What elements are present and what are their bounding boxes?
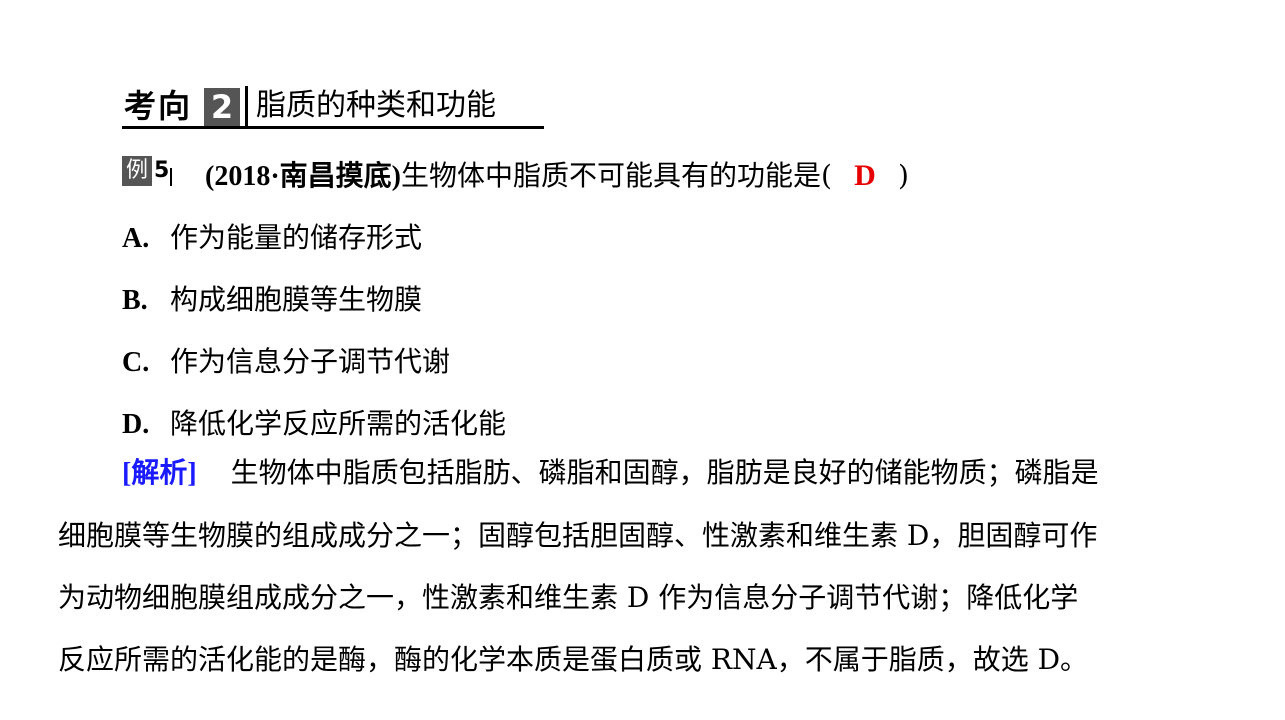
- option-text: 作为信息分子调节代谢: [170, 345, 451, 378]
- example-badge: 例 5: [122, 156, 174, 186]
- analysis-line: [解析] 生物体中脂质包括脂肪、磷脂和固醇，脂肪是良好的储能物质；磷脂是: [58, 442, 1233, 505]
- option-c: C. 作为信息分子调节代谢: [122, 342, 450, 383]
- option-b: B. 构成细胞膜等生物膜: [122, 280, 422, 321]
- analysis-line: 反应所需的活化能的是酶，酶的化学本质是蛋白质或 RNA，不属于脂质，故选 D。: [58, 643, 1089, 676]
- option-a: A. 作为能量的储存形式: [122, 218, 422, 259]
- section-number-badge: 2: [204, 88, 240, 126]
- section-divider: [245, 86, 248, 126]
- option-text: 作为能量的储存形式: [170, 221, 423, 254]
- analysis-block: [解析] 生物体中脂质包括脂肪、磷脂和固醇，脂肪是良好的储能物质；磷脂是 细胞膜等…: [58, 442, 1233, 691]
- analysis-line: 细胞膜等生物膜的组成成分之一；固醇包括胆固醇、性激素和维生素 D，胆固醇可作: [58, 519, 1098, 552]
- option-letter: D.: [122, 409, 150, 440]
- question-source: (2018·南昌摸底): [205, 161, 401, 192]
- option-letter: B.: [122, 285, 148, 316]
- example-tick-mark: [170, 168, 172, 186]
- analysis-line: 为动物细胞膜组成成分之一，性激素和维生素 D 作为信息分子调节代谢；降低化学: [58, 581, 1079, 614]
- example-label: 例: [122, 156, 152, 186]
- section-underline: [122, 126, 544, 129]
- section-kaoxiang-label: 考向: [124, 87, 193, 125]
- option-text: 降低化学反应所需的活化能: [170, 407, 507, 440]
- option-d: D. 降低化学反应所需的活化能: [122, 404, 506, 445]
- option-letter: A.: [122, 223, 150, 254]
- question-text: 生物体中脂质不可能具有的功能是(: [401, 159, 832, 192]
- analysis-tag: [解析]: [122, 458, 197, 489]
- analysis-text: 生物体中脂质包括脂肪、磷脂和固醇，脂肪是良好的储能物质；磷脂是: [230, 456, 1099, 489]
- option-text: 构成细胞膜等生物膜: [170, 283, 423, 316]
- answer-value: D: [854, 159, 876, 192]
- question-stem: (2018·南昌摸底)生物体中脂质不可能具有的功能是( D): [205, 156, 909, 197]
- section-header: 考向 2 脂质的种类和功能: [122, 82, 544, 132]
- section-title: 脂质的种类和功能: [256, 88, 496, 123]
- question-close-paren: ): [897, 159, 909, 192]
- option-letter: C.: [122, 347, 150, 378]
- example-number: 5: [154, 158, 170, 183]
